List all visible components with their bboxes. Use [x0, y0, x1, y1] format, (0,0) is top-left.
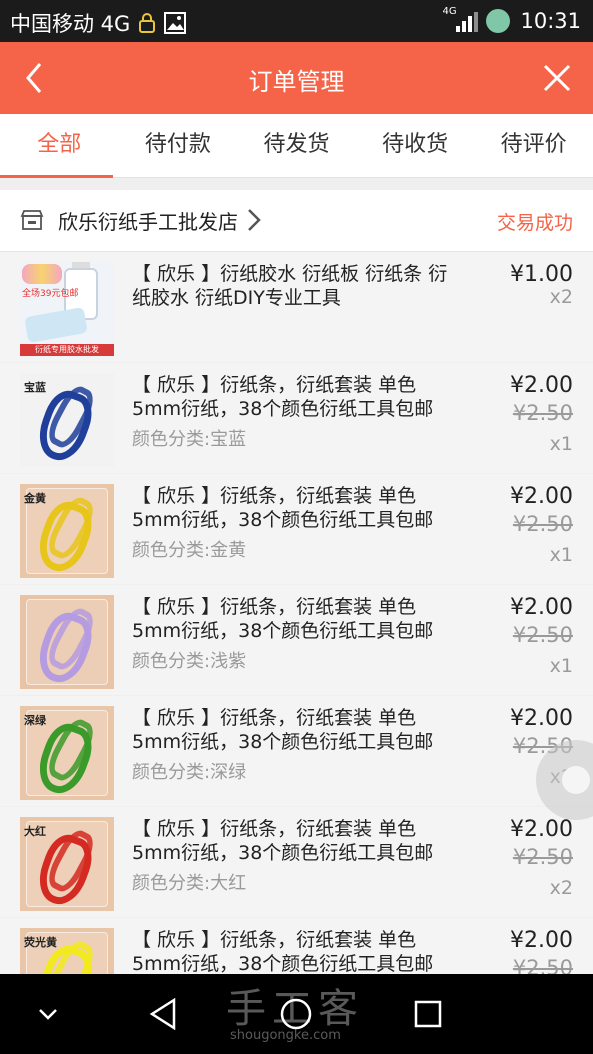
product-price: ¥2.00: [510, 706, 573, 731]
product-title[interactable]: 【 欣乐 】衍纸条，衍纸套装 单色5mm衍纸，38个颜色衍纸工具包邮: [132, 595, 454, 643]
thumbnail-banner: 衍纸专用胶水批发: [20, 344, 114, 356]
product-price: ¥2.00: [510, 373, 573, 398]
product-title[interactable]: 【 欣乐 】衍纸条，衍纸套装 单色5mm衍纸，38个颜色衍纸工具包邮: [132, 484, 454, 532]
product-title[interactable]: 【 欣乐 】衍纸条，衍纸套装 单色5mm衍纸，38个颜色衍纸工具包邮: [132, 706, 454, 754]
product-qty: x1: [549, 433, 573, 455]
thumbnail-label: 金黄: [24, 492, 46, 505]
product-qty: x1: [549, 655, 573, 677]
signal-icon: 4G: [442, 6, 479, 34]
watermark-url: shougongke.com: [230, 1028, 341, 1043]
thumbnail-label: 大红: [24, 825, 46, 838]
list-item[interactable]: 金黄 【 欣乐 】衍纸条，衍纸套装 单色5mm衍纸，38个颜色衍纸工具包邮 颜色…: [0, 474, 593, 584]
close-icon[interactable]: [537, 58, 577, 98]
shop-header[interactable]: 欣乐衍纸手工批发店 交易成功: [0, 190, 593, 252]
tab-pending-payment[interactable]: 待付款: [119, 114, 238, 177]
order-tabs: 全部 待付款 待发货 待收货 待评价: [0, 114, 593, 178]
page-title: 订单管理: [248, 68, 345, 96]
thumbnail-label: 深绿: [24, 714, 46, 727]
product-price: ¥2.00: [510, 484, 573, 509]
header-bar: 订单管理: [0, 42, 593, 114]
list-item[interactable]: 【 欣乐 】衍纸条，衍纸套装 单色5mm衍纸，38个颜色衍纸工具包邮 颜色分类:…: [0, 585, 593, 695]
list-item[interactable]: 大红 【 欣乐 】衍纸条，衍纸套装 单色5mm衍纸，38个颜色衍纸工具包邮 颜色…: [0, 807, 593, 917]
hide-keyboard-icon[interactable]: [28, 994, 68, 1034]
product-price: ¥2.00: [510, 595, 573, 620]
battery-icon: [486, 9, 511, 33]
product-price: ¥2.00: [510, 928, 573, 953]
product-qty: x2: [549, 286, 573, 308]
shop-name[interactable]: 欣乐衍纸手工批发店: [58, 206, 238, 235]
product-original-price: ¥2.50: [512, 401, 573, 425]
product-original-price: ¥2.50: [512, 845, 573, 869]
clock: 10:31: [520, 9, 581, 33]
lock-icon: [139, 13, 156, 33]
thumbnail-label: 宝蓝: [24, 381, 46, 394]
product-variant: 颜色分类:深绿: [132, 762, 247, 783]
product-variant: 颜色分类:金黄: [132, 540, 247, 561]
product-thumbnail[interactable]: 金黄: [20, 484, 114, 578]
thumbnail-tag: 全场39元包邮: [22, 289, 79, 299]
product-thumbnail[interactable]: 深绿: [20, 706, 114, 800]
list-item[interactable]: 宝蓝 【 欣乐 】衍纸条，衍纸套装 单色5mm衍纸，38个颜色衍纸工具包邮 颜色…: [0, 363, 593, 473]
order-status: 交易成功: [496, 212, 573, 234]
list-item[interactable]: 深绿 【 欣乐 】衍纸条，衍纸套装 单色5mm衍纸，38个颜色衍纸工具包邮 颜色…: [0, 696, 593, 806]
chevron-right-icon: [248, 209, 261, 231]
product-price: ¥1.00: [510, 262, 573, 287]
tab-pending-review[interactable]: 待评价: [474, 114, 593, 177]
product-variant: 颜色分类:宝蓝: [132, 429, 247, 450]
product-thumbnail[interactable]: 全场39元包邮 衍纸专用胶水批发: [20, 262, 114, 356]
product-thumbnail[interactable]: 大红: [20, 817, 114, 911]
image-icon: [164, 12, 187, 34]
nav-recents-icon[interactable]: [408, 994, 448, 1034]
product-variant: 颜色分类:大红: [132, 873, 247, 894]
product-qty: x1: [549, 544, 573, 566]
product-title[interactable]: 【 欣乐 】衍纸条，衍纸套装 单色5mm衍纸，38个颜色衍纸工具包邮: [132, 373, 454, 421]
product-original-price: ¥2.50: [512, 512, 573, 536]
store-icon: [20, 210, 44, 230]
product-title[interactable]: 【 欣乐 】衍纸条，衍纸套装 单色5mm衍纸，38个颜色衍纸工具包邮: [132, 928, 454, 976]
product-qty: x2: [549, 877, 573, 899]
thumbnail-label: 荧光黄: [24, 936, 57, 949]
product-thumbnail[interactable]: 宝蓝: [20, 373, 114, 467]
product-price: ¥2.00: [510, 817, 573, 842]
product-variant: 颜色分类:浅紫: [132, 651, 247, 672]
product-thumbnail[interactable]: [20, 595, 114, 689]
nav-back-icon[interactable]: [144, 994, 184, 1034]
product-original-price: ¥2.50: [512, 623, 573, 647]
tab-all[interactable]: 全部: [0, 114, 119, 178]
status-bar: 中国移动 4G 4G 10:31: [0, 0, 593, 42]
product-title[interactable]: 【 欣乐 】衍纸胶水 衍纸板 衍纸条 衍纸胶水 衍纸DIY专业工具: [132, 262, 454, 310]
list-item[interactable]: 全场39元包邮 衍纸专用胶水批发 【 欣乐 】衍纸胶水 衍纸板 衍纸条 衍纸胶水…: [0, 252, 593, 362]
product-title[interactable]: 【 欣乐 】衍纸条，衍纸套装 单色5mm衍纸，38个颜色衍纸工具包邮: [132, 817, 454, 865]
carrier-label: 中国移动 4G: [10, 12, 131, 36]
watermark-logo: 手工客: [226, 986, 364, 1032]
tab-pending-shipment[interactable]: 待发货: [237, 114, 356, 177]
tab-pending-receipt[interactable]: 待收货: [356, 114, 475, 177]
